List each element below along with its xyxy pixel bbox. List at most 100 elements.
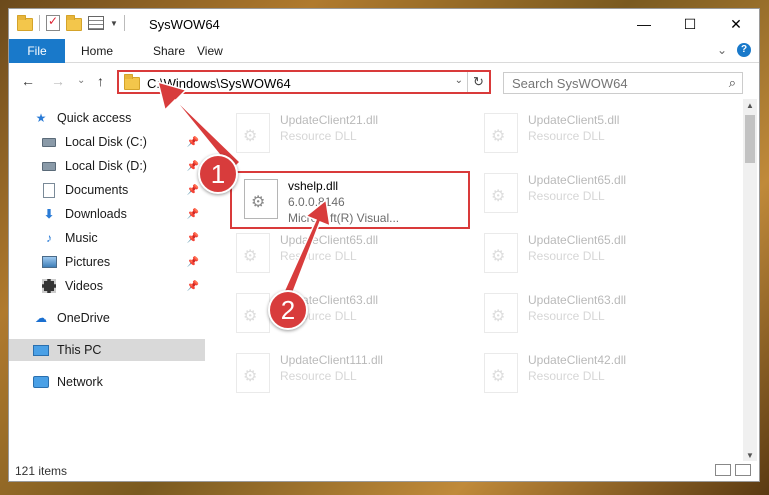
nav-item-music[interactable]: ♪ Music 📌 <box>9 227 205 249</box>
step-2-badge: 2 <box>268 290 308 330</box>
search-box[interactable]: ⌕ <box>503 72 743 94</box>
file-version: 6.0.0.8146 <box>288 195 345 209</box>
nav-item-onedrive[interactable]: ☁ OneDrive <box>9 307 205 329</box>
address-bar[interactable]: C:\Windows\SysWOW64 ⌄ ↻ <box>117 70 491 94</box>
dll-file-icon <box>236 233 270 273</box>
nav-quick-access[interactable]: ★ Quick access <box>9 107 205 129</box>
nav-item-videos[interactable]: Videos 📌 <box>9 275 205 297</box>
view-options-icon[interactable] <box>88 16 104 30</box>
nav-item-pictures[interactable]: Pictures 📌 <box>9 251 205 273</box>
dll-file-icon <box>484 113 518 153</box>
details-view-icon[interactable] <box>715 464 731 476</box>
downloads-icon: ⬇ <box>43 207 55 221</box>
disk-icon <box>41 158 57 174</box>
nav-item-label: Local Disk (D:) <box>65 159 147 173</box>
explorer-window: ▼ SysWOW64 — ☐ ✕ File Home Share View ⌄ … <box>8 8 760 482</box>
folder-icon <box>124 74 140 90</box>
file-item[interactable]: UpdateClient63.dll Resource DLL <box>224 287 454 343</box>
documents-icon <box>41 182 57 198</box>
expand-ribbon-chevron-icon[interactable]: ⌄ <box>717 43 727 57</box>
vertical-scrollbar[interactable]: ▲ ▼ <box>743 99 757 463</box>
nav-item-documents[interactable]: Documents 📌 <box>9 179 205 201</box>
nav-item-network[interactable]: Network <box>9 371 205 393</box>
file-description: Resource DLL <box>280 129 357 143</box>
pin-icon[interactable]: 📌 <box>187 257 199 268</box>
ribbon-right-controls: ⌄ ? <box>717 43 751 57</box>
close-button[interactable]: ✕ <box>713 9 759 39</box>
large-icons-view-icon[interactable] <box>735 464 751 476</box>
disk-icon <box>41 134 57 150</box>
file-item[interactable]: UpdateClient5.dll Resource DLL <box>472 107 702 163</box>
address-path[interactable]: C:\Windows\SysWOW64 <box>147 76 291 91</box>
forward-button[interactable]: → <box>51 73 65 89</box>
nav-item-downloads[interactable]: ⬇ Downloads 📌 <box>9 203 205 225</box>
scrollbar-thumb[interactable] <box>745 115 755 163</box>
search-input[interactable] <box>504 73 704 93</box>
file-description: Resource DLL <box>528 249 605 263</box>
file-item[interactable]: UpdateClient63.dll Resource DLL <box>472 287 702 343</box>
file-name: UpdateClient42.dll <box>528 353 627 367</box>
nav-item-label: Videos <box>65 279 103 293</box>
address-dropdown-chevron-icon[interactable]: ⌄ <box>455 75 463 86</box>
nav-item-label: Network <box>57 375 103 389</box>
file-item[interactable]: UpdateClient21.dll Resource DLL <box>224 107 454 163</box>
file-description: Resource DLL <box>528 309 605 323</box>
pin-icon[interactable]: 📌 <box>187 185 199 196</box>
pin-icon[interactable]: 📌 <box>187 233 199 244</box>
file-name: vshelp.dll <box>288 179 339 193</box>
tab-file[interactable]: File <box>9 39 65 63</box>
refresh-button[interactable]: ↻ <box>467 72 489 92</box>
dll-file-icon <box>484 173 518 213</box>
recent-locations-chevron-icon[interactable]: ⌄ <box>77 75 85 86</box>
nav-item-local-disk-c[interactable]: Local Disk (C:) 📌 <box>9 131 205 153</box>
file-item[interactable]: UpdateClient65.dll Resource DLL <box>472 167 702 223</box>
file-name: UpdateClient111.dll <box>280 353 383 367</box>
scroll-up-arrow-icon[interactable]: ▲ <box>743 99 757 113</box>
search-icon[interactable]: ⌕ <box>729 75 736 91</box>
pin-icon[interactable]: 📌 <box>187 209 199 220</box>
help-icon[interactable]: ? <box>737 43 751 57</box>
folder-icon[interactable] <box>17 14 33 31</box>
view-switcher <box>715 464 751 476</box>
file-item[interactable]: UpdateClient42.dll Resource DLL <box>472 347 702 403</box>
pictures-icon <box>41 254 57 270</box>
file-item-vshelp-dll[interactable]: vshelp.dll 6.0.0.8146 Microsoft(R) Visua… <box>230 171 470 229</box>
file-item[interactable]: UpdateClient111.dll Resource DLL <box>224 347 454 403</box>
pin-icon[interactable]: 📌 <box>187 281 199 292</box>
nav-item-label: Local Disk (C:) <box>65 135 147 149</box>
file-item[interactable]: UpdateClient65.dll Resource DLL <box>472 227 702 283</box>
maximize-button[interactable]: ☐ <box>667 9 713 39</box>
dll-file-icon <box>236 353 270 393</box>
file-name: UpdateClient65.dll <box>528 173 627 187</box>
window-title: SysWOW64 <box>149 17 220 32</box>
nav-item-this-pc[interactable]: This PC <box>9 339 205 361</box>
onedrive-cloud-icon: ☁ <box>35 311 47 325</box>
tab-view[interactable]: View <box>183 39 237 63</box>
customize-toolbar-chevron-icon[interactable]: ▼ <box>110 19 118 28</box>
dll-file-icon <box>236 293 270 333</box>
new-folder-icon[interactable] <box>66 14 82 31</box>
pin-icon[interactable]: 📌 <box>187 137 199 148</box>
nav-item-label: Downloads <box>65 207 127 221</box>
properties-icon[interactable] <box>46 14 60 31</box>
file-description: Resource DLL <box>528 189 605 203</box>
dll-file-icon <box>484 293 518 333</box>
back-button[interactable]: ← <box>21 73 35 89</box>
minimize-button[interactable]: — <box>621 9 667 39</box>
tab-home[interactable]: Home <box>67 39 127 63</box>
dll-file-icon <box>484 233 518 273</box>
network-icon <box>33 374 49 390</box>
computer-icon <box>33 342 49 358</box>
address-row: ← → ⌄ ↑ C:\Windows\SysWOW64 ⌄ ↻ ⌕ <box>9 64 759 98</box>
file-company: Microsoft(R) Visual... <box>288 211 400 225</box>
file-item[interactable]: UpdateClient65.dll Resource DLL <box>224 227 454 283</box>
step-1-badge: 1 <box>198 154 238 194</box>
file-description: Resource DLL <box>528 129 605 143</box>
navigation-pane: ★ Quick access Local Disk (C:) 📌 Local D… <box>9 101 205 461</box>
nav-item-local-disk-d[interactable]: Local Disk (D:) 📌 <box>9 155 205 177</box>
file-name: UpdateClient21.dll <box>280 113 379 127</box>
file-description: Resource DLL <box>280 249 357 263</box>
pin-icon[interactable]: 📌 <box>187 161 199 172</box>
videos-icon <box>41 278 57 294</box>
up-button[interactable]: ↑ <box>97 73 104 89</box>
